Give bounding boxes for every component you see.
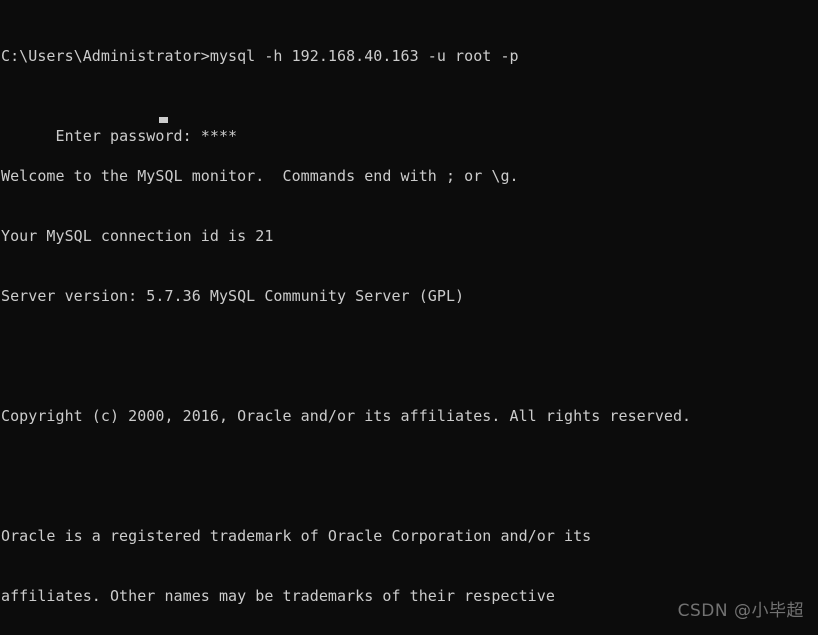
terminal-line: Oracle is a registered trademark of Orac… bbox=[1, 527, 592, 545]
terminal-line-password: Enter password: **** bbox=[1, 106, 709, 145]
terminal-output: C:\Users\Administrator>mysql -h 192.168.… bbox=[1, 6, 709, 635]
terminal-line: affiliates. Other names may be trademark… bbox=[1, 587, 555, 605]
text-cursor-block bbox=[159, 117, 168, 123]
terminal-line: Server version: 5.7.36 MySQL Community S… bbox=[1, 287, 465, 305]
terminal-window[interactable]: C:\Users\Administrator>mysql -h 192.168.… bbox=[0, 0, 818, 635]
terminal-line: Welcome to the MySQL monitor. Commands e… bbox=[1, 167, 519, 185]
terminal-line: Your MySQL connection id is 21 bbox=[1, 227, 274, 245]
csdn-watermark: CSDN @小毕超 bbox=[677, 601, 804, 621]
terminal-line: Copyright (c) 2000, 2016, Oracle and/or … bbox=[1, 407, 692, 425]
terminal-line: C:\Users\Administrator>mysql -h 192.168.… bbox=[1, 47, 519, 65]
password-prompt-text: Enter password: **** bbox=[55, 127, 238, 145]
